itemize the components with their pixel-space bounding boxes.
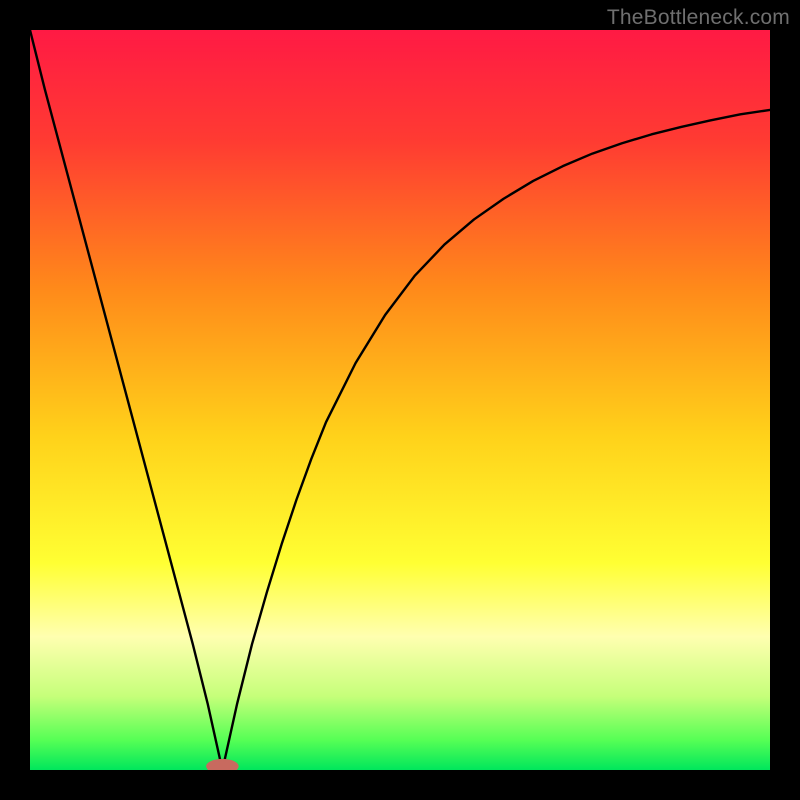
gradient-background: [30, 30, 770, 770]
chart-frame: TheBottleneck.com: [0, 0, 800, 800]
plot-area: [30, 30, 770, 770]
watermark-text: TheBottleneck.com: [607, 6, 790, 30]
chart-svg: [30, 30, 770, 770]
